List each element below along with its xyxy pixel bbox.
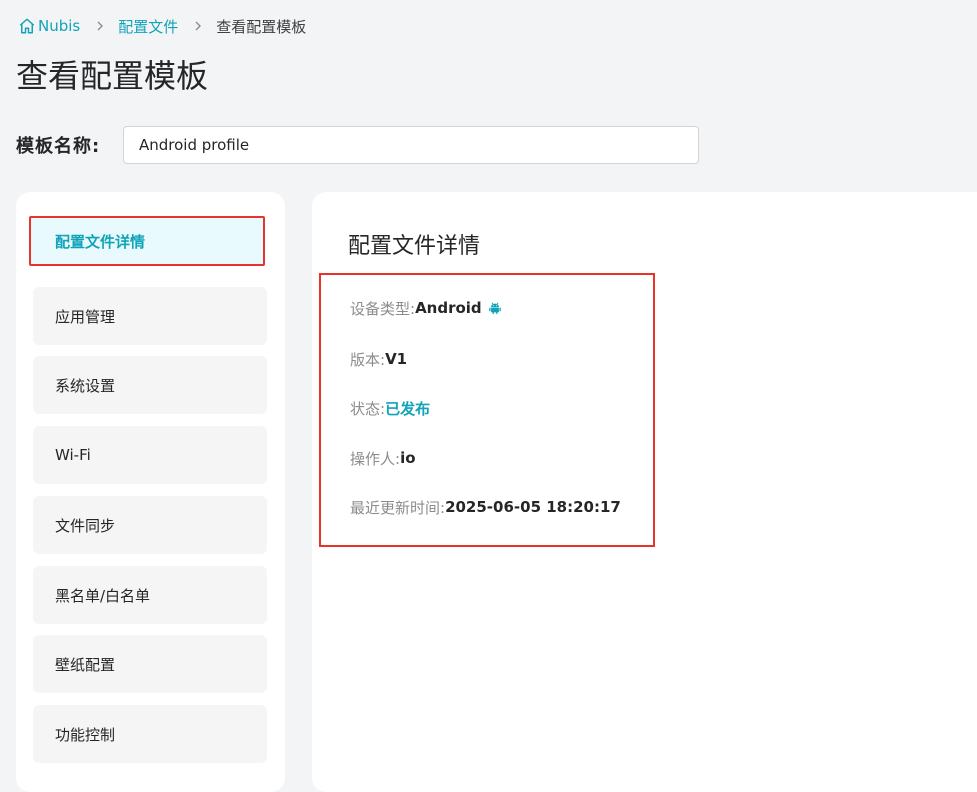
template-name-input[interactable] (123, 126, 699, 164)
sidebar-item-label: Wi-Fi (55, 446, 91, 464)
updated-row: 最近更新时间: 2025-06-05 18:20:17 (350, 496, 621, 518)
status-value: 已发布 (385, 399, 431, 418)
sidebar-item-label: 系统设置 (55, 376, 116, 395)
operator-row: 操作人: io (350, 447, 416, 469)
status-row: 状态: 已发布 (350, 397, 430, 419)
chevron-right-icon (95, 21, 105, 31)
sidebar-item-label: 配置文件详情 (55, 232, 146, 251)
version-row: 版本: V1 (350, 348, 407, 370)
details-panel: 配置文件详情 设备类型: Android 版本: V1 状态: 已发布 操作人:… (312, 192, 977, 792)
sidebar-item-label: 黑名单/白名单 (55, 586, 151, 605)
breadcrumb-current: 查看配置模板 (216, 17, 307, 36)
sidebar-item-label: 功能控制 (55, 725, 116, 744)
device-type-row: 设备类型: Android (350, 297, 502, 319)
status-label: 状态: (350, 399, 386, 418)
sidebar-item-blacklist-whitelist[interactable]: 黑名单/白名单 (33, 566, 267, 624)
sidebar-item-file-sync[interactable]: 文件同步 (33, 496, 267, 554)
sidebar-item-feature-control[interactable]: 功能控制 (33, 705, 267, 763)
version-label: 版本: (350, 350, 386, 369)
template-name-label: 模板名称: (16, 136, 101, 157)
operator-label: 操作人: (350, 449, 401, 468)
android-icon (488, 301, 502, 315)
sidebar-item-wifi[interactable]: Wi-Fi (33, 426, 267, 484)
details-box: 设备类型: Android 版本: V1 状态: 已发布 操作人: io 最近更… (319, 273, 655, 547)
chevron-right-icon (193, 21, 203, 31)
sidebar-item-wallpaper[interactable]: 壁纸配置 (33, 635, 267, 693)
breadcrumb: Nubis 配置文件 查看配置模板 (18, 15, 306, 37)
details-title: 配置文件详情 (348, 234, 481, 259)
sidebar-item-label: 文件同步 (55, 516, 116, 535)
operator-value: io (400, 449, 416, 467)
breadcrumb-section-link[interactable]: 配置文件 (118, 16, 178, 37)
template-name-row: 模板名称: (16, 125, 699, 165)
sidebar-item-system-settings[interactable]: 系统设置 (33, 356, 267, 414)
device-type-value: Android (415, 299, 482, 317)
updated-value: 2025-06-05 18:20:17 (445, 498, 621, 516)
page-title: 查看配置模板 (16, 57, 209, 95)
version-value: V1 (385, 350, 408, 368)
sidebar-item-app-management[interactable]: 应用管理 (33, 287, 267, 345)
updated-label: 最近更新时间: (350, 498, 446, 517)
sidebar-item-profile-details[interactable]: 配置文件详情 (29, 216, 265, 266)
breadcrumb-home-label: Nubis (38, 17, 81, 35)
home-icon (19, 18, 35, 34)
sidebar-item-label: 应用管理 (55, 307, 116, 326)
device-type-label: 设备类型: (350, 299, 416, 318)
sidebar: 配置文件详情 应用管理 系统设置 Wi-Fi 文件同步 黑名单/白名单 壁纸配置… (16, 192, 285, 792)
breadcrumb-home-link[interactable]: Nubis (18, 17, 80, 35)
sidebar-item-label: 壁纸配置 (55, 655, 116, 674)
